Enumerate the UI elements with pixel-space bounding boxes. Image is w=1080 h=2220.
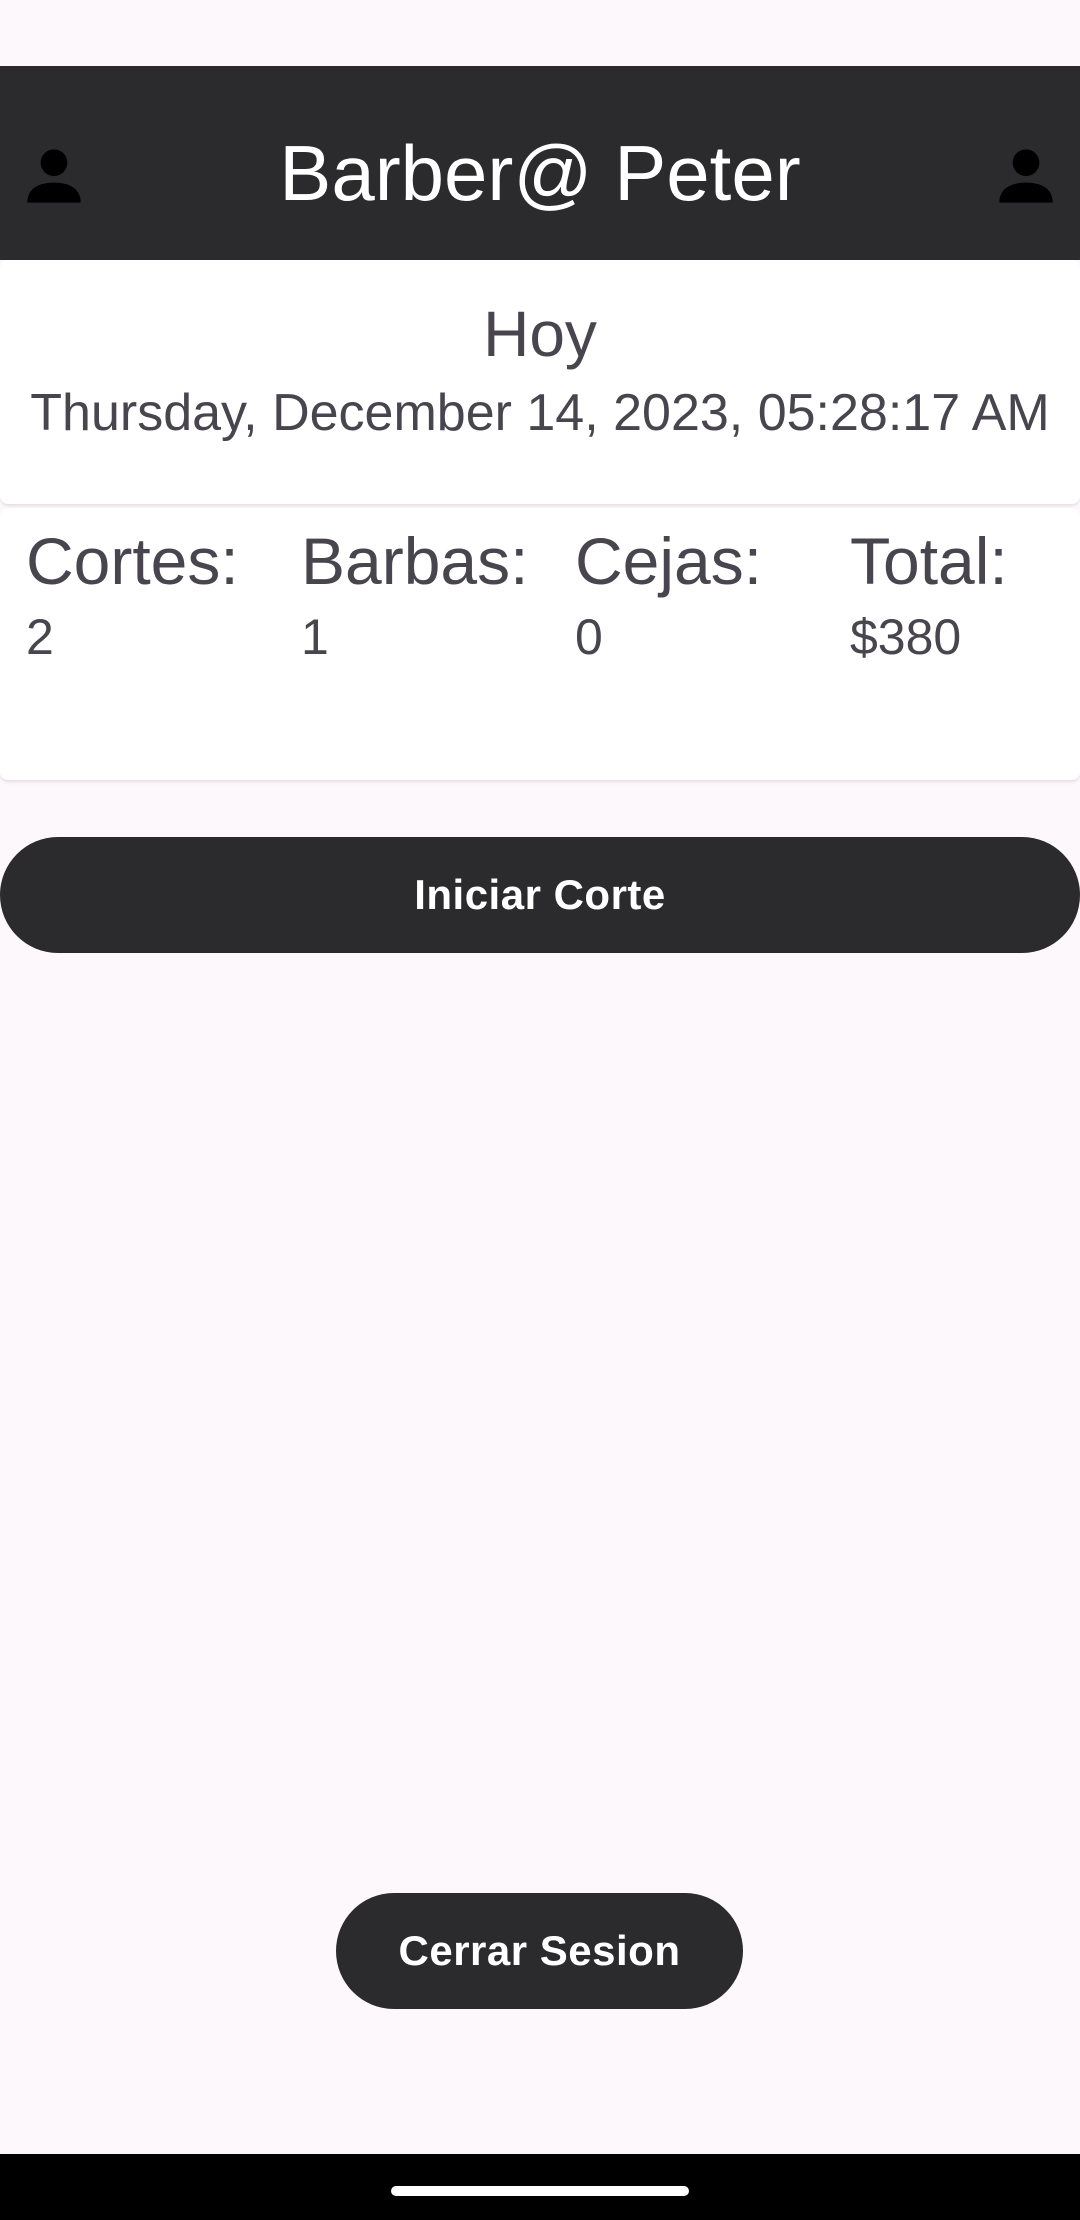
stat-total: Total: $380 (850, 516, 1080, 668)
stat-label: Total: (850, 524, 1008, 598)
stat-label: Cortes: (26, 524, 239, 598)
today-card: Hoy Thursday, December 14, 2023, 05:28:1… (0, 260, 1080, 504)
person-icon[interactable] (986, 136, 1066, 216)
status-bar (0, 0, 1080, 66)
today-datetime: Thursday, December 14, 2023, 05:28:17 AM (30, 384, 1050, 442)
cerrar-sesion-button[interactable]: Cerrar Sesion (336, 1893, 743, 2009)
stats-card: Cortes: 2 Barbas: 1 Cejas: 0 Total: $380 (0, 508, 1080, 780)
iniciar-corte-button[interactable]: Iniciar Corte (0, 837, 1080, 953)
home-gesture-handle[interactable] (391, 2186, 689, 2196)
stat-barbas: Barbas: 1 (301, 516, 571, 668)
stat-value: 0 (575, 609, 603, 665)
system-nav-bar (0, 2154, 1080, 2220)
stat-cortes: Cortes: 2 (26, 516, 296, 668)
stat-value: 1 (301, 609, 329, 665)
stat-value: $380 (850, 609, 962, 665)
today-heading: Hoy (483, 298, 597, 370)
stat-label: Cejas: (575, 524, 763, 598)
stat-cejas: Cejas: 0 (575, 516, 845, 668)
person-icon-glyph (999, 149, 1053, 203)
app-title: Barber@ Peter (279, 129, 801, 217)
app-bar: Barber@ Peter (0, 66, 1080, 260)
stat-value: 2 (26, 609, 54, 665)
stat-label: Barbas: (301, 524, 529, 598)
